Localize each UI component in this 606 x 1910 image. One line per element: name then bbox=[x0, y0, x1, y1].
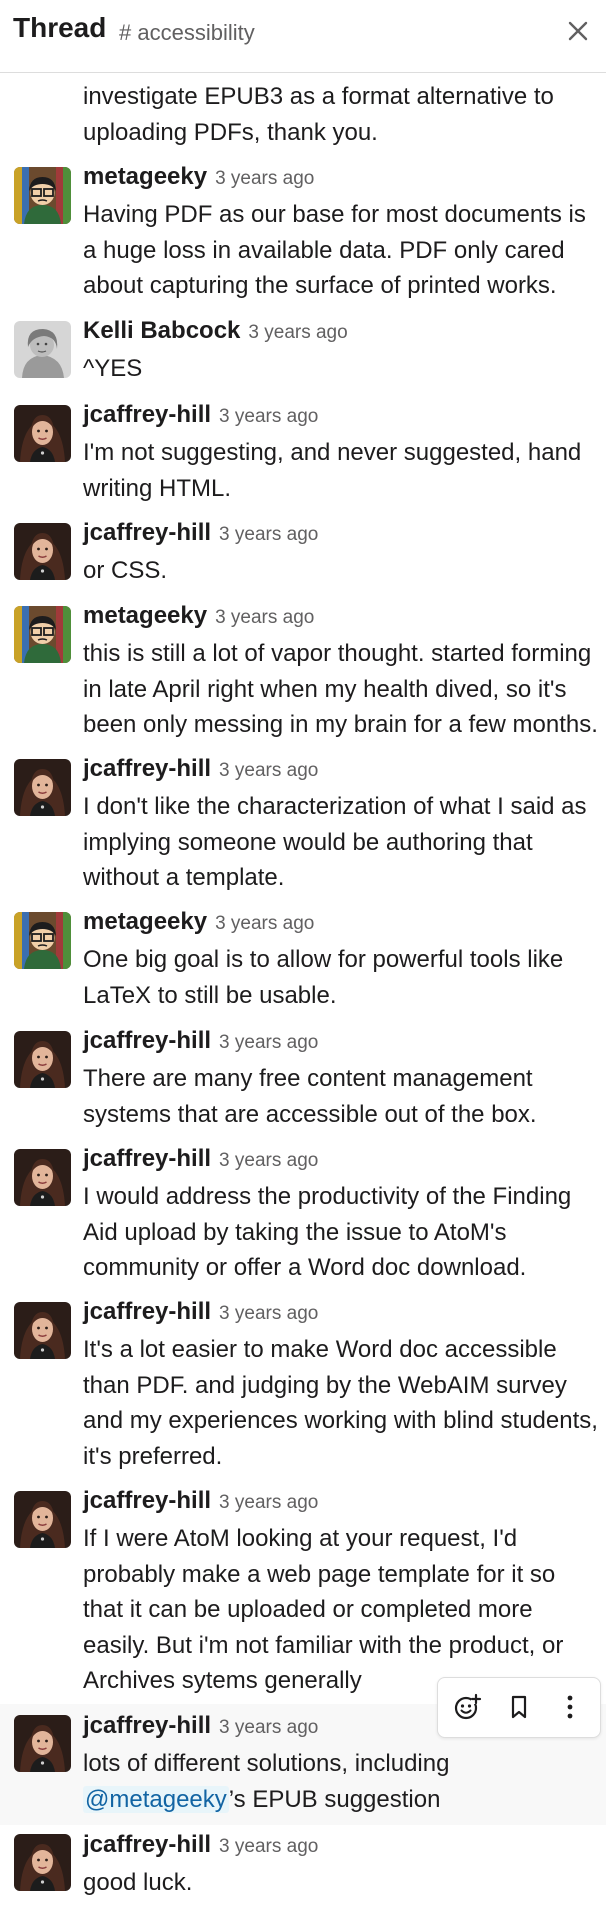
message: metageeky 3 years ago this is still a lot… bbox=[0, 596, 606, 746]
thread-header: Thread # accessibility bbox=[0, 0, 606, 73]
message-text: It's a lot easier to make Word doc acces… bbox=[83, 1336, 598, 1470]
avatar[interactable] bbox=[14, 167, 71, 224]
author-name[interactable]: jcaffrey-hill bbox=[83, 519, 211, 546]
author-name[interactable]: metageeky bbox=[83, 908, 207, 935]
message: jcaffrey-hill 3 years ago I'm not suggest… bbox=[0, 395, 606, 510]
bookmark-icon[interactable] bbox=[498, 1686, 540, 1728]
add-reaction-icon[interactable] bbox=[446, 1686, 488, 1728]
message-text: lots of different solutions, including @m… bbox=[83, 1746, 598, 1817]
author-name[interactable]: jcaffrey-hill bbox=[83, 755, 211, 782]
avatar[interactable] bbox=[14, 523, 71, 580]
timestamp[interactable]: 3 years ago bbox=[219, 1492, 318, 1513]
avatar[interactable] bbox=[14, 405, 71, 462]
message-text: Having PDF as our base for most document… bbox=[83, 201, 586, 299]
timestamp[interactable]: 3 years ago bbox=[219, 1150, 318, 1171]
close-icon[interactable] bbox=[563, 16, 593, 46]
author-name[interactable]: jcaffrey-hill bbox=[83, 1831, 211, 1858]
timestamp[interactable]: 3 years ago bbox=[219, 524, 318, 545]
message-text: I would address the productivity of the … bbox=[83, 1183, 572, 1281]
avatar[interactable] bbox=[14, 1491, 71, 1548]
user-mention[interactable]: @metageeky bbox=[83, 1785, 229, 1813]
timestamp[interactable]: 3 years ago bbox=[215, 607, 314, 628]
timestamp[interactable]: 3 years ago bbox=[219, 1717, 318, 1738]
author-name[interactable]: Kelli Babcock bbox=[83, 317, 240, 344]
timestamp[interactable]: 3 years ago bbox=[219, 1836, 318, 1857]
message-actions-toolbar bbox=[437, 1677, 601, 1738]
message-text-after: ’s EPUB suggestion bbox=[228, 1785, 441, 1813]
avatar[interactable] bbox=[14, 1834, 71, 1891]
author-name[interactable]: jcaffrey-hill bbox=[83, 401, 211, 428]
avatar[interactable] bbox=[14, 321, 71, 378]
author-name[interactable]: jcaffrey-hill bbox=[83, 1027, 211, 1054]
message-text: this is still a lot of vapor thought. st… bbox=[83, 640, 598, 738]
message: jcaffrey-hill 3 years ago It's a lot easi… bbox=[0, 1292, 606, 1478]
timestamp[interactable]: 3 years ago bbox=[215, 168, 314, 189]
avatar[interactable] bbox=[14, 1031, 71, 1088]
avatar[interactable] bbox=[14, 606, 71, 663]
author-name[interactable]: metageeky bbox=[83, 163, 207, 190]
avatar[interactable] bbox=[14, 1302, 71, 1359]
author-name[interactable]: metageeky bbox=[83, 602, 207, 629]
timestamp[interactable]: 3 years ago bbox=[219, 760, 318, 781]
author-name[interactable]: jcaffrey-hill bbox=[83, 1298, 211, 1325]
author-name[interactable]: jcaffrey-hill bbox=[83, 1712, 211, 1739]
message-text-before: lots of different solutions, including bbox=[83, 1750, 450, 1777]
timestamp[interactable]: 3 years ago bbox=[219, 1303, 318, 1324]
message-text: If I were AtoM looking at your request, … bbox=[83, 1525, 564, 1694]
continued-message-text: investigate EPUB3 as a format alternativ… bbox=[83, 83, 554, 146]
author-name[interactable]: jcaffrey-hill bbox=[83, 1487, 211, 1514]
message: jcaffrey-hill 3 years ago There are many … bbox=[0, 1021, 606, 1136]
timestamp[interactable]: 3 years ago bbox=[248, 322, 347, 343]
message: jcaffrey-hill 3 years ago If I were AtoM … bbox=[0, 1481, 606, 1703]
message: metageeky 3 years ago Having PDF as our b… bbox=[0, 157, 606, 303]
message-text: One big goal is to allow for powerful to… bbox=[83, 946, 564, 1009]
avatar[interactable] bbox=[14, 1715, 71, 1772]
channel-link[interactable]: # accessibility bbox=[119, 20, 255, 46]
message: jcaffrey-hill 3 years ago I don't like th… bbox=[0, 749, 606, 899]
author-name[interactable]: jcaffrey-hill bbox=[83, 1145, 211, 1172]
avatar[interactable] bbox=[14, 759, 71, 816]
message: jcaffrey-hill 3 years ago I would address… bbox=[0, 1139, 606, 1289]
timestamp[interactable]: 3 years ago bbox=[219, 406, 318, 427]
message-text: I'm not suggesting, and never suggested,… bbox=[83, 439, 582, 502]
message-text: or CSS. bbox=[83, 557, 168, 584]
timestamp[interactable]: 3 years ago bbox=[215, 913, 314, 934]
message-text: There are many free content management s… bbox=[83, 1065, 537, 1128]
message-text: I don't like the characterization of wha… bbox=[83, 793, 587, 891]
message-text: good luck. bbox=[83, 1869, 193, 1896]
message: jcaffrey-hill 3 years ago or CSS. bbox=[0, 513, 606, 593]
avatar[interactable] bbox=[14, 1149, 71, 1206]
timestamp[interactable]: 3 years ago bbox=[219, 1032, 318, 1053]
message: jcaffrey-hill 3 years ago good luck. bbox=[0, 1825, 606, 1910]
message: Kelli Babcock 3 years ago ^YES bbox=[0, 311, 606, 391]
more-actions-icon[interactable] bbox=[549, 1686, 591, 1728]
message-text: ^YES bbox=[83, 355, 143, 382]
avatar[interactable] bbox=[14, 912, 71, 969]
thread-title: Thread bbox=[13, 12, 107, 43]
message: metageeky 3 years ago One big goal is to … bbox=[0, 902, 606, 1017]
